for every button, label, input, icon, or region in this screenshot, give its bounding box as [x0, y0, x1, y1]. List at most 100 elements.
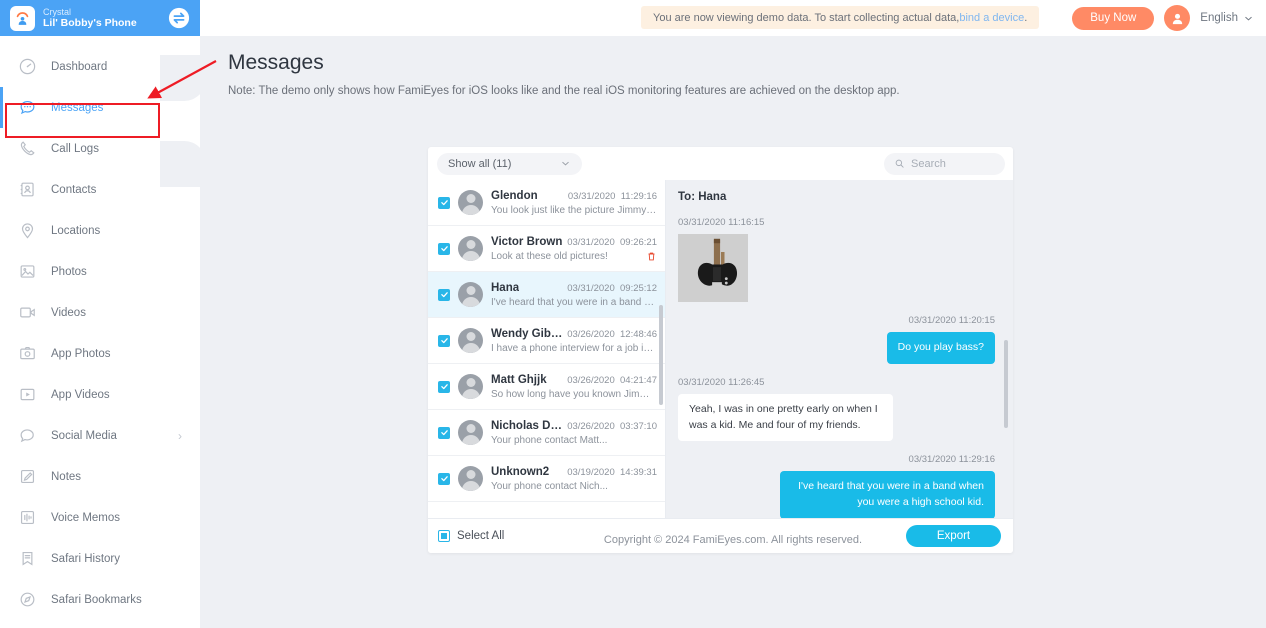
conversation-row[interactable]: Hana 03/31/2020 09:25:12 I've heard that…	[428, 272, 665, 318]
sidebar-item-label: Videos	[51, 306, 86, 319]
demo-data-banner: You are now viewing demo data. To start …	[641, 6, 1040, 29]
sidebar-item-social-media[interactable]: Social Media ›	[0, 415, 200, 456]
language-label: English	[1200, 12, 1238, 24]
sidebar-item-app-photos[interactable]: App Photos	[0, 333, 200, 374]
sidebar-item-videos[interactable]: Videos	[0, 292, 200, 333]
page-title: Messages	[228, 51, 324, 74]
bass-guitar-photo[interactable]	[678, 234, 748, 302]
filter-dropdown[interactable]: Show all (11)	[437, 152, 582, 175]
row-checkbox[interactable]	[438, 426, 450, 439]
conversation-timestamp: 03/31/2020 11:29:16	[567, 190, 657, 202]
message-bubble-outgoing: I've heard that you were in a band when …	[780, 471, 995, 518]
famieyes-logo-icon	[10, 5, 35, 31]
conversation-name: Unknown2	[491, 465, 550, 478]
conversation-preview: You look just like the picture Jimmy sh.…	[491, 204, 657, 216]
user-avatar-icon[interactable]	[1164, 5, 1191, 31]
conversation-text: Matt Ghjjk 03/26/2020 04:21:47 So how lo…	[491, 374, 657, 400]
photo-icon	[18, 262, 37, 281]
demo-banner-text: You are now viewing demo data. To start …	[653, 11, 960, 24]
main-content: Messages Note: The demo only shows how F…	[200, 36, 1266, 628]
waveform-icon	[18, 508, 37, 527]
page-note: Note: The demo only shows how FamiEyes f…	[228, 85, 900, 97]
message-thread: To: Hana 03/31/2020 11:16:15 03/31/2020 …	[666, 180, 1013, 518]
account-name: Crystal	[43, 6, 72, 17]
conversation-row[interactable]: Nicholas Dell... 03/26/2020 03:37:10 You…	[428, 410, 665, 456]
sidebar-item-safari-history[interactable]: Safari History	[0, 538, 200, 579]
filter-dropdown-label: Show all (11)	[448, 157, 512, 170]
conversation-preview: I have a phone interview for a job in an…	[491, 342, 657, 354]
thread-title: To: Hana	[678, 191, 727, 203]
sidebar-item-label: Safari History	[51, 552, 121, 565]
row-checkbox[interactable]	[438, 380, 450, 393]
avatar	[458, 236, 483, 261]
message-group: 03/31/2020 11:26:45 Yeah, I was in one p…	[678, 377, 995, 442]
avatar	[458, 328, 483, 353]
sidebar-item-label: Locations	[51, 224, 101, 237]
play-box-icon	[18, 385, 37, 404]
message-timestamp: 03/31/2020 11:16:15	[678, 217, 765, 228]
video-icon	[18, 303, 37, 322]
conversation-list-scrollbar[interactable]	[659, 305, 663, 405]
sidebar-notch-bottom	[160, 141, 206, 187]
conversation-row[interactable]: Glendon 03/31/2020 11:29:16 You look jus…	[428, 180, 665, 226]
swap-device-icon[interactable]	[168, 7, 190, 29]
conversation-text: Glendon 03/31/2020 11:29:16 You look jus…	[491, 190, 657, 216]
chevron-right-icon: ›	[178, 428, 182, 443]
row-checkbox[interactable]	[438, 288, 450, 301]
conversation-text: Nicholas Dell... 03/26/2020 03:37:10 You…	[491, 420, 657, 446]
messages-icon	[18, 98, 37, 117]
row-checkbox[interactable]	[438, 242, 450, 255]
avatar	[458, 466, 483, 491]
conversation-timestamp: 03/26/2020 03:37:10	[567, 420, 657, 432]
dashboard-icon	[18, 57, 37, 76]
conversation-timestamp: 03/19/2020 14:39:31	[567, 466, 657, 478]
conversation-text: Unknown2 03/19/2020 14:39:31 Your phone …	[491, 466, 657, 492]
sidebar-item-label: Social Media	[51, 429, 117, 442]
row-checkbox[interactable]	[438, 196, 450, 209]
language-selector[interactable]: English	[1200, 12, 1254, 24]
sidebar-item-label: Voice Memos	[51, 511, 121, 524]
conversation-name: Glendon	[491, 189, 538, 202]
conversation-text: Wendy Gibson 03/26/2020 12:48:46 I have …	[491, 328, 657, 354]
search-box[interactable]: Search	[884, 152, 1005, 175]
conversation-row[interactable]: Victor Brown 03/31/2020 09:26:21 Look at…	[428, 226, 665, 272]
sidebar-item-safari-bookmarks[interactable]: Safari Bookmarks	[0, 579, 200, 620]
conversation-name: Nicholas Dell...	[491, 419, 568, 432]
conversation-preview: Your phone contact Nich...	[491, 480, 608, 492]
sidebar-item-locations[interactable]: Locations	[0, 210, 200, 251]
conversation-row[interactable]: Matt Ghjjk 03/26/2020 04:21:47 So how lo…	[428, 364, 665, 410]
conversation-row[interactable]: Wendy Gibson 03/26/2020 12:48:46 I have …	[428, 318, 665, 364]
sidebar-item-label: App Videos	[51, 388, 110, 401]
copyright-text: Copyright © 2024 FamiEyes.com. All right…	[603, 534, 863, 546]
sidebar-item-photos[interactable]: Photos	[0, 251, 200, 292]
row-checkbox[interactable]	[438, 472, 450, 485]
conversation-name: Hana	[491, 281, 520, 294]
chevron-down-icon	[562, 161, 569, 166]
sidebar-item-label: Safari Bookmarks	[51, 593, 142, 606]
thread-scrollbar[interactable]	[1004, 340, 1008, 428]
sidebar-item-label: Notes	[51, 470, 82, 483]
conversation-preview: I've heard that you were in a band whe..…	[491, 296, 657, 308]
message-group: 03/31/2020 11:16:15	[678, 217, 995, 302]
avatar	[458, 282, 483, 307]
sidebar-notch-top	[160, 55, 206, 101]
conversation-timestamp: 03/26/2020 04:21:47	[567, 374, 657, 386]
conversation-name: Wendy Gibson	[491, 327, 568, 340]
bookmark-list-icon	[18, 549, 37, 568]
sidebar-item-notes[interactable]: Notes	[0, 456, 200, 497]
note-pencil-icon	[18, 467, 37, 486]
topbar-actions: Buy Now English	[1072, 0, 1254, 36]
sidebar-item-app-videos[interactable]: App Videos	[0, 374, 200, 415]
row-checkbox[interactable]	[438, 334, 450, 347]
buy-now-button[interactable]: Buy Now	[1072, 6, 1155, 30]
conversation-timestamp: 03/31/2020 09:25:12	[567, 282, 657, 294]
delete-icon[interactable]	[646, 251, 657, 262]
search-icon	[895, 159, 904, 168]
conversation-row[interactable]: Unknown2 03/19/2020 14:39:31 Your phone …	[428, 456, 665, 502]
messages-panel: Show all (11) Search Glendon 03/31/2020 …	[428, 147, 1013, 553]
conversation-text: Hana 03/31/2020 09:25:12 I've heard that…	[491, 282, 657, 308]
search-input[interactable]: Search	[911, 158, 946, 170]
message-group: 03/31/2020 11:20:15 Do you play bass?	[678, 315, 995, 364]
bind-a-device-link[interactable]: bind a device	[959, 12, 1024, 24]
sidebar-item-voice-memos[interactable]: Voice Memos	[0, 497, 200, 538]
